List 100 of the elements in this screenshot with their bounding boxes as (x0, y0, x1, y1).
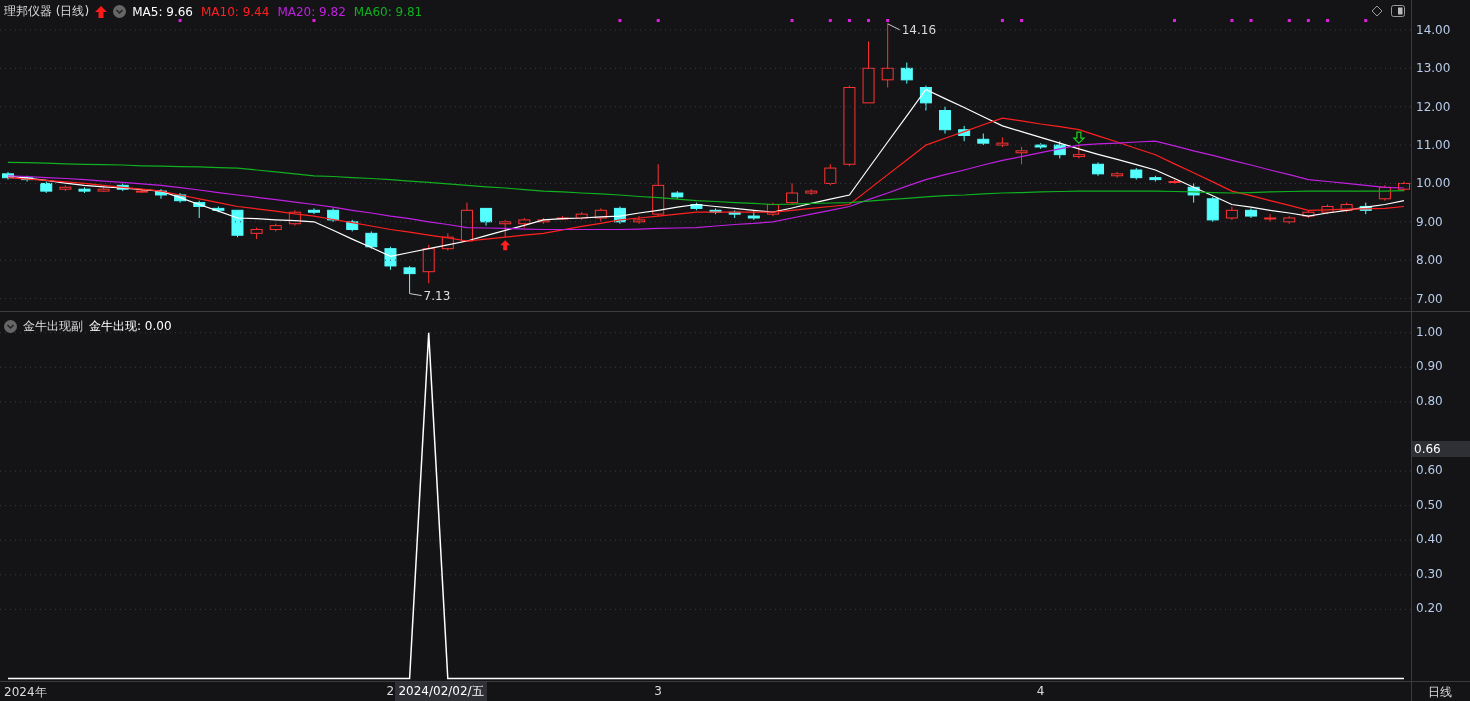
rising-candlestick (460, 202, 473, 242)
axis-label: 0.20 (1416, 601, 1443, 616)
cursor-value-label: 0.66 (1412, 441, 1470, 458)
indicator-title: 金牛出现副 (23, 318, 83, 335)
axis-label: 9.00 (1416, 214, 1443, 229)
date-axis-label: 2 (386, 684, 395, 698)
rising-candlestick (1321, 204, 1334, 215)
dropdown-icon[interactable] (4, 320, 17, 333)
falling-candlestick (1130, 167, 1143, 181)
date-axis-label: 3 (654, 684, 662, 698)
falling-candlestick (365, 230, 378, 250)
falling-candlestick (346, 219, 359, 232)
rising-candlestick (422, 244, 435, 284)
falling-candlestick (958, 125, 971, 142)
rising-candlestick (766, 202, 779, 217)
axis-label: 0.50 (1416, 497, 1443, 512)
falling-candlestick (21, 175, 34, 182)
legend-item: MA20: 9.82 (277, 4, 346, 19)
axis-label: 12.00 (1416, 99, 1451, 114)
falling-candlestick (78, 186, 91, 194)
falling-candlestick (40, 181, 53, 194)
rising-candlestick (1264, 213, 1277, 223)
rising-candlestick (575, 211, 588, 221)
rising-candlestick (518, 217, 531, 229)
falling-candlestick (1187, 182, 1200, 204)
falling-candlestick (939, 106, 952, 135)
rising-candlestick (135, 188, 148, 194)
rising-candlestick (1340, 202, 1353, 213)
rising-candlestick (1015, 146, 1028, 165)
rising-candlestick (1111, 171, 1124, 179)
rising-candlestick (633, 215, 646, 225)
dropdown-icon[interactable] (113, 5, 127, 18)
rising-candlestick (288, 209, 301, 227)
rising-candlestick (1225, 205, 1238, 221)
rising-candlestick (97, 186, 110, 193)
rising-candlestick (824, 163, 837, 186)
falling-candlestick (900, 62, 913, 85)
rising-candlestick (59, 184, 72, 192)
axis-label: 0.60 (1416, 463, 1443, 478)
low-price-label: 7.13 (423, 288, 451, 303)
legend-item: MA10: 9.44 (200, 4, 270, 19)
leader-line (887, 23, 901, 31)
panel-toggle-icon[interactable] (1391, 5, 1405, 17)
legend-item: MA5: 9.66 (132, 4, 193, 19)
rising-candlestick (441, 232, 454, 252)
falling-candlestick (174, 192, 187, 204)
falling-candlestick (403, 265, 416, 295)
cursor-date-label: 2024/02/02/五 (395, 682, 487, 701)
diamond-icon[interactable] (1371, 5, 1383, 17)
down-arrow-icon (1072, 131, 1086, 144)
axis-label: 0.80 (1416, 393, 1443, 408)
falling-candlestick (307, 207, 320, 215)
falling-candlestick (919, 85, 932, 111)
falling-candlestick (155, 188, 167, 200)
leader-line (409, 293, 423, 297)
falling-candlestick (977, 133, 990, 146)
rising-candlestick (805, 188, 818, 196)
axis-label: 0.40 (1416, 532, 1443, 547)
up-arrow-icon (500, 240, 511, 251)
falling-candlestick (747, 209, 760, 221)
rising-candlestick (1398, 181, 1410, 192)
axis-label: 7.00 (1416, 291, 1443, 306)
rising-candlestick (537, 217, 550, 225)
axis-label: 1.00 (1416, 324, 1443, 339)
chart-title: 理邦仪器 (日线) (4, 3, 90, 20)
falling-candlestick (709, 207, 722, 215)
up-arrow-icon (95, 5, 108, 18)
legend-item: MA60: 9.81 (353, 4, 423, 19)
rising-candlestick (1283, 215, 1296, 225)
falling-candlestick (1034, 142, 1047, 150)
axis-label: 10.00 (1416, 176, 1451, 191)
falling-candlestick (671, 190, 684, 200)
rising-candlestick (1378, 184, 1391, 202)
period-label[interactable]: 日线 (1412, 682, 1452, 701)
axis-label: 11.00 (1416, 138, 1451, 153)
date-axis-label: 4 (1036, 684, 1045, 698)
falling-candlestick (2, 171, 14, 181)
falling-candlestick (1206, 196, 1219, 223)
falling-candlestick (1245, 207, 1257, 219)
falling-candlestick (480, 207, 493, 227)
falling-candlestick (690, 202, 703, 211)
indicator-value: 金牛出现: 0.00 (89, 318, 172, 335)
rising-candlestick (269, 223, 282, 232)
rising-candlestick (1168, 179, 1181, 184)
falling-candlestick (728, 209, 741, 219)
high-price-label: 14.16 (901, 22, 937, 37)
rising-candlestick (996, 136, 1009, 148)
rising-candlestick (250, 227, 263, 240)
rising-candlestick (1302, 209, 1315, 219)
rising-candlestick (652, 163, 665, 217)
falling-candlestick (384, 246, 397, 271)
falling-candlestick (231, 209, 244, 238)
date-axis-label: 2024年 (4, 684, 47, 701)
falling-candlestick (193, 200, 206, 219)
rising-candlestick (556, 215, 569, 221)
falling-candlestick (1149, 175, 1162, 182)
rising-candlestick (594, 207, 607, 223)
falling-candlestick (1092, 161, 1105, 177)
rising-candlestick (862, 40, 875, 104)
axis-label: 8.00 (1416, 253, 1443, 268)
